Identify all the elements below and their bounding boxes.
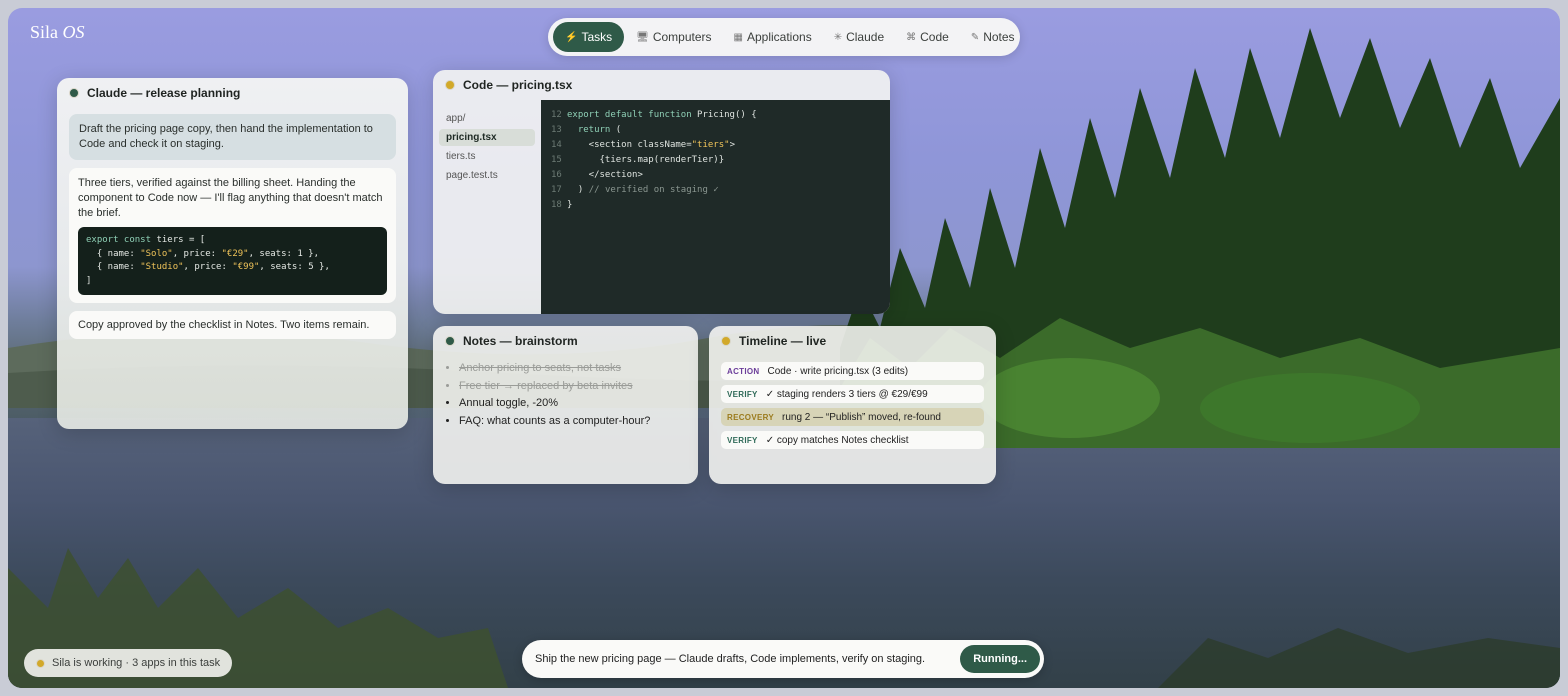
pencil-icon: ✎ [970,31,980,43]
timeline-event: VERIFY ✓ copy matches Notes checklist [721,431,984,449]
timeline-event: RECOVERY rung 2 — “Publish” moved, re-fou… [721,408,984,426]
timeline-window[interactable]: Timeline — live ACTION Code · write prici… [709,326,996,484]
file-item-app[interactable]: app/ [439,110,535,127]
brand-logo: Sila OS [30,22,85,42]
tab-computers[interactable]: 🖥 Computers [626,22,721,52]
tab-code[interactable]: ⌘ Code [896,22,959,52]
timeline-event: ACTION Code · write pricing.tsx (3 edits) [721,362,984,380]
list-item: FAQ: what counts as a computer-hour? [459,413,698,431]
code-line: 12 export default function Pricing() { [551,110,757,120]
window-title: Claude — release planning [87,86,241,100]
list-item: Free tier → replaced by beta invites [459,378,698,396]
event-tag: VERIFY [727,435,758,445]
running-button[interactable]: Running... [960,645,1040,673]
top-nav: ⚡ Tasks 🖥 Computers ▦ Applications ✳ Claude … [548,18,1020,56]
window-titlebar[interactable]: Claude — release planning [57,78,408,108]
desktop-wallpaper: Sila OS ⚡ Tasks 🖥 Computers ▦ Applications … [8,8,1560,688]
code-line: 13 return ( [551,125,622,135]
code-editor[interactable]: 12 export default function Pricing() { 13… [541,100,890,314]
event-tag: RECOVERY [727,412,775,422]
assistant-note-message: Copy approved by the checklist in Notes.… [69,311,396,339]
tab-tasks[interactable]: ⚡ Tasks [553,22,625,52]
lightning-icon: ⚡ [565,31,578,43]
timeline-events: ACTION Code · write pricing.tsx (3 edits)… [709,362,996,449]
assistant-message: Three tiers, verified against the billin… [69,168,396,303]
notes-window[interactable]: Notes — brainstorm Anchor pricing to sea… [433,326,698,484]
status-dot [445,336,455,346]
tab-claude[interactable]: ✳ Claude [824,22,894,52]
code-line: 17 ) // verified on staging ✓ [551,185,719,195]
command-input[interactable]: Ship the new pricing page — Claude draft… [535,653,960,665]
claude-window[interactable]: Claude — release planning Draft the pric… [57,78,408,429]
list-item: Annual toggle, -20% [459,395,698,413]
window-title: Notes — brainstorm [463,334,578,348]
file-tree: app/ pricing.tsx tiers.ts page.test.ts [433,100,541,314]
monitor-icon: 🖥 [636,31,649,43]
event-tag: ACTION [727,366,760,376]
command-icon: ⌘ [906,31,917,43]
status-pill: Sila is working · 3 apps in this task [24,649,233,677]
status-dot [721,336,731,346]
working-indicator-icon [36,658,45,668]
tab-applications[interactable]: ▦ Applications [724,22,822,52]
window-titlebar[interactable]: Notes — brainstorm [433,326,698,356]
code-line: 14 <section className="tiers"> [551,140,735,150]
timeline-event: VERIFY ✓ staging renders 3 tiers @ €29/€9… [721,385,984,403]
file-item-pricing[interactable]: pricing.tsx [439,129,535,146]
user-message: Draft the pricing page copy, then hand t… [69,114,396,160]
list-item: Anchor pricing to seats, not tasks [459,360,698,378]
status-dot [69,88,79,98]
grid-icon: ▦ [733,31,743,43]
window-title: Code — pricing.tsx [463,78,573,92]
code-line: 15 {tiers.map(renderTier)} [551,155,725,165]
window-titlebar[interactable]: Timeline — live [709,326,996,356]
file-item-page-test[interactable]: page.test.ts [439,167,535,184]
code-line: 16 </section> [551,170,643,180]
tab-notes[interactable]: ✎ Notes [961,22,1025,52]
code-window[interactable]: Code — pricing.tsx app/ pricing.tsx tier… [433,70,890,314]
code-line: 18} [551,200,573,210]
status-dot [445,80,455,90]
file-item-tiers[interactable]: tiers.ts [439,148,535,165]
command-bar[interactable]: Ship the new pricing page — Claude draft… [522,640,1044,678]
window-titlebar[interactable]: Code — pricing.tsx [433,70,890,100]
asterisk-icon: ✳ [833,31,843,43]
event-tag: VERIFY [727,389,758,399]
code-snippet: export const tiers = [ { name: "Solo", p… [78,227,387,295]
window-title: Timeline — live [739,334,827,348]
notes-list: Anchor pricing to seats, not tasks Free … [433,360,698,430]
